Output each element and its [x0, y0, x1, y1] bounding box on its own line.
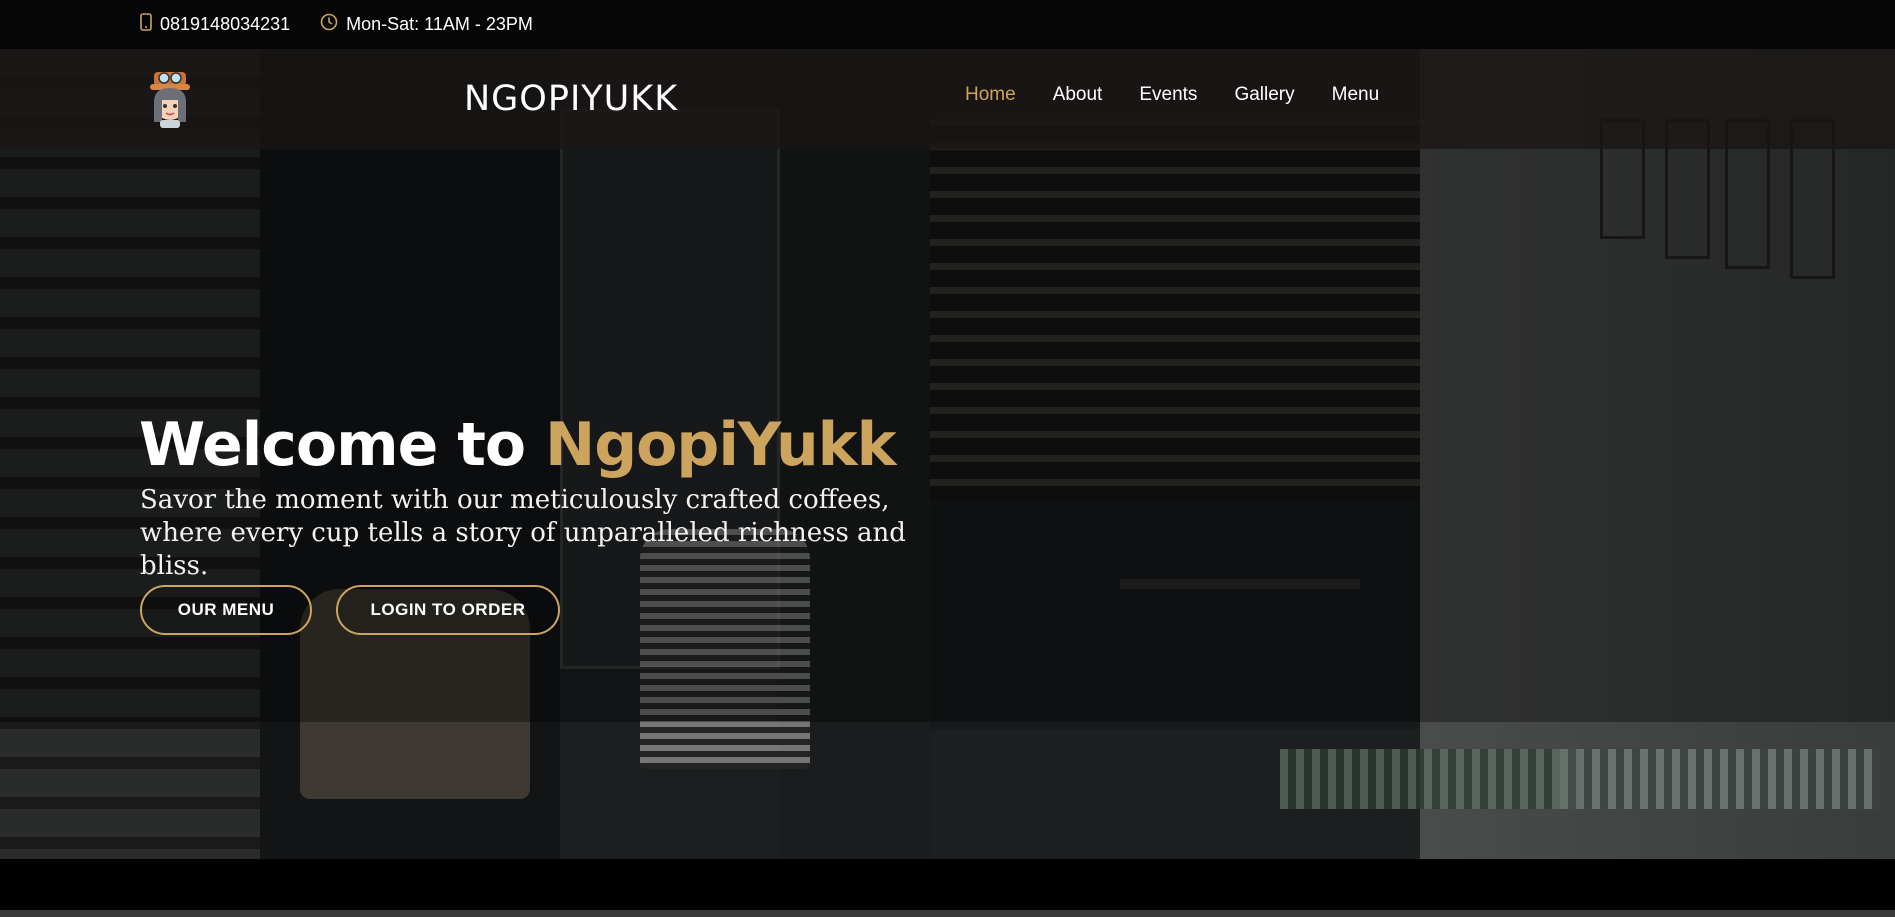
hero-title: Welcome to NgopiYukk	[139, 410, 896, 480]
hero-subtitle: Savor the moment with our meticulously c…	[140, 484, 960, 583]
clock-icon	[320, 13, 346, 36]
nav-link-home[interactable]: Home	[965, 84, 1016, 106]
mascot-logo-icon[interactable]	[144, 66, 196, 130]
our-menu-button[interactable]: OUR MENU	[140, 585, 312, 635]
hero-title-brand: NgopiYukk	[544, 410, 897, 480]
nav-link-menu[interactable]: Menu	[1332, 84, 1380, 106]
hero-subtitle-line-2: where every cup tells a story of unparal…	[140, 518, 906, 581]
section-divider	[0, 859, 1895, 917]
opening-hours: Mon-Sat: 11AM - 23PM	[346, 14, 533, 34]
login-to-order-button[interactable]: LOGIN TO ORDER	[336, 585, 560, 635]
top-info-bar: 0819148034231 Mon-Sat: 11AM - 23PM	[0, 0, 1895, 49]
nav-link-gallery[interactable]: Gallery	[1234, 84, 1294, 106]
phone-icon	[140, 13, 160, 36]
phone-info: 0819148034231	[140, 13, 290, 36]
hero-subtitle-line-1: Savor the moment with our meticulously c…	[140, 485, 890, 515]
main-navigation: Home About Events Gallery Menu	[965, 84, 1416, 106]
hours-info: Mon-Sat: 11AM - 23PM	[320, 13, 533, 36]
phone-number: 0819148034231	[160, 14, 291, 34]
brand-name[interactable]: NGOPIYUKK	[464, 79, 678, 119]
hero-title-prefix: Welcome to	[139, 410, 545, 480]
nav-link-events[interactable]: Events	[1139, 84, 1197, 106]
next-section-edge	[0, 910, 1895, 917]
nav-link-about[interactable]: About	[1053, 84, 1103, 106]
site-header: NGOPIYUKK Home About Events Gallery Menu	[0, 49, 1895, 149]
